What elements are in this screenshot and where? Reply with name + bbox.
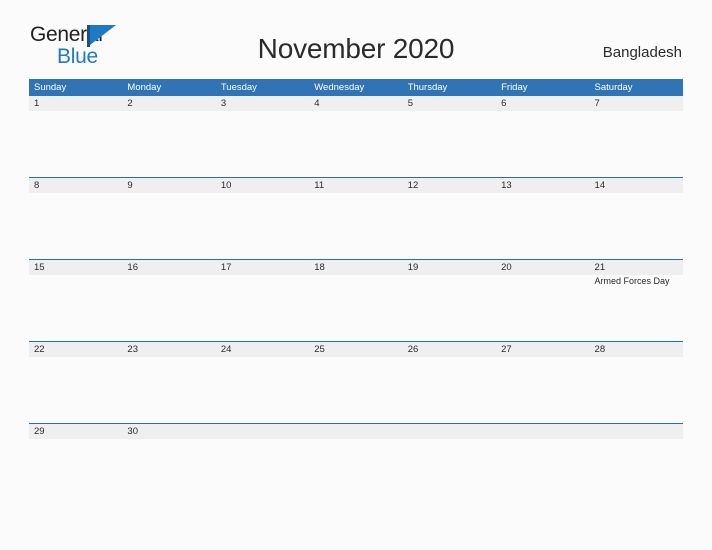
calendar-day-number: 30 bbox=[127, 426, 138, 437]
calendar-day-number: 24 bbox=[220, 344, 232, 355]
weekday-header-friday: Friday bbox=[501, 82, 528, 93]
calendar-day-number: 4 bbox=[314, 98, 320, 109]
weekday-header-tuesday: Tuesday bbox=[220, 82, 257, 93]
calendar-week-body: 29 30 bbox=[29, 424, 683, 450]
calendar-day-number: 5 bbox=[407, 98, 413, 109]
calendar-day-cell-empty bbox=[216, 424, 309, 450]
calendar-day-number: 8 bbox=[34, 180, 40, 191]
weekday-header-monday: Monday bbox=[127, 82, 162, 93]
country-label: Bangladesh bbox=[602, 44, 682, 61]
calendar-day-cell[interactable]: 9 bbox=[122, 178, 215, 259]
calendar-day-cell-empty bbox=[590, 424, 683, 450]
calendar-day-number: 16 bbox=[127, 262, 138, 273]
calendar-day-number: 17 bbox=[220, 262, 232, 273]
calendar-day-cell[interactable]: 11 bbox=[309, 178, 402, 259]
calendar-day-cell[interactable]: 17 bbox=[216, 260, 309, 341]
calendar-day-number: 11 bbox=[314, 180, 325, 191]
calendar-day-cell[interactable]: 15 bbox=[29, 260, 122, 341]
calendar-day-cell[interactable]: 14 bbox=[590, 178, 683, 259]
calendar-day-cell-empty bbox=[403, 424, 496, 450]
calendar-day-number: 26 bbox=[407, 344, 419, 355]
calendar-day-number bbox=[501, 424, 589, 439]
calendar-day-number: 23 bbox=[127, 344, 138, 355]
calendar-day-cell[interactable]: 16 bbox=[122, 260, 215, 341]
calendar-day-number: 13 bbox=[501, 180, 512, 191]
calendar-day-number: 28 bbox=[594, 344, 606, 355]
weekday-header-thursday: Thursday bbox=[407, 82, 448, 93]
calendar-weeks: 1 2 3 4 5 6 7 8 9 10 11 12 13 14 15 16 17 18 19 20 21 Armed F… bbox=[29, 96, 683, 450]
calendar-week-row: 1 2 3 4 5 6 7 bbox=[29, 96, 683, 177]
calendar-day-number: 1 bbox=[34, 98, 40, 109]
calendar-day-cell[interactable]: 22 bbox=[29, 342, 122, 423]
calendar-day-cell[interactable]: 4 bbox=[309, 96, 402, 177]
calendar-day-cell[interactable]: 23 bbox=[122, 342, 215, 423]
calendar-day-number: 19 bbox=[407, 262, 419, 273]
calendar-day-cell-empty bbox=[496, 424, 589, 450]
weekday-header-sunday: Sunday bbox=[34, 82, 67, 93]
calendar-day-number: 21 bbox=[594, 262, 606, 273]
calendar-day-number: 9 bbox=[127, 180, 133, 191]
calendar-day-number: 22 bbox=[34, 344, 45, 355]
calendar-week-row: 29 30 bbox=[29, 423, 683, 450]
page-header: General Blue November 2020 Bangladesh bbox=[0, 0, 712, 67]
calendar-day-number: 27 bbox=[501, 344, 512, 355]
calendar-day-cell[interactable]: 19 bbox=[403, 260, 496, 341]
calendar-day-cell[interactable]: 27 bbox=[496, 342, 589, 423]
calendar-day-cell[interactable]: 10 bbox=[216, 178, 309, 259]
calendar-event-label: Armed Forces Day bbox=[594, 276, 670, 286]
calendar-week-body: 15 16 17 18 19 20 21 Armed Forces Day bbox=[29, 260, 683, 341]
calendar-day-number: 18 bbox=[314, 262, 325, 273]
calendar-day-number: 14 bbox=[594, 180, 606, 191]
calendar-day-number: 6 bbox=[501, 98, 507, 109]
calendar-day-cell[interactable]: 30 bbox=[122, 424, 215, 450]
calendar-day-number: 2 bbox=[127, 98, 133, 109]
calendar-day-events: Armed Forces Day bbox=[595, 276, 683, 287]
calendar-day-cell[interactable]: 28 bbox=[590, 342, 683, 423]
calendar-week-body: 8 9 10 11 12 13 14 bbox=[29, 178, 683, 259]
calendar-day-cell[interactable]: 13 bbox=[496, 178, 589, 259]
weekday-header-saturday: Saturday bbox=[594, 82, 633, 93]
calendar-day-cell[interactable]: 25 bbox=[309, 342, 402, 423]
calendar-week-body: 22 23 24 25 26 27 28 bbox=[29, 342, 683, 423]
calendar-day-number bbox=[595, 424, 683, 439]
calendar-day-cell[interactable]: 6 bbox=[496, 96, 589, 177]
calendar-day-cell[interactable]: 7 bbox=[590, 96, 683, 177]
calendar-day-cell[interactable]: 5 bbox=[403, 96, 496, 177]
calendar-day-number: 7 bbox=[594, 98, 600, 109]
calendar-week-row: 22 23 24 25 26 27 28 bbox=[29, 341, 683, 423]
calendar-day-number bbox=[221, 424, 309, 439]
calendar-day-number: 25 bbox=[314, 344, 325, 355]
calendar-grid: Sunday Monday Tuesday Wednesday Thursday… bbox=[29, 79, 683, 450]
calendar-day-number bbox=[314, 424, 402, 439]
calendar-day-number: 12 bbox=[407, 180, 419, 191]
calendar-day-cell[interactable]: 1 bbox=[29, 96, 122, 177]
weekday-header-row: Sunday Monday Tuesday Wednesday Thursday… bbox=[29, 79, 683, 96]
calendar-day-number bbox=[408, 424, 496, 439]
calendar-day-cell[interactable]: 20 bbox=[496, 260, 589, 341]
calendar-day-number: 3 bbox=[220, 98, 227, 109]
calendar-day-cell[interactable]: 21 Armed Forces Day bbox=[590, 260, 683, 341]
calendar-week-row: 15 16 17 18 19 20 21 Armed Forces Day bbox=[29, 259, 683, 341]
calendar-day-number: 20 bbox=[501, 262, 512, 273]
calendar-day-cell[interactable]: 12 bbox=[403, 178, 496, 259]
calendar-day-cell[interactable]: 18 bbox=[309, 260, 402, 341]
calendar-week-row: 8 9 10 11 12 13 14 bbox=[29, 177, 683, 259]
calendar-day-cell[interactable]: 24 bbox=[216, 342, 309, 423]
calendar-day-number: 15 bbox=[34, 262, 45, 273]
calendar-day-number: 10 bbox=[220, 180, 232, 191]
calendar-week-body: 1 2 3 4 5 6 7 bbox=[29, 96, 683, 177]
calendar-day-cell[interactable]: 8 bbox=[29, 178, 122, 259]
calendar-day-cell[interactable]: 26 bbox=[403, 342, 496, 423]
calendar-day-number: 29 bbox=[34, 426, 45, 437]
weekday-header-wednesday: Wednesday bbox=[314, 82, 365, 93]
calendar-day-cell-empty bbox=[309, 424, 402, 450]
calendar-day-cell[interactable]: 2 bbox=[122, 96, 215, 177]
calendar-day-cell[interactable]: 3 bbox=[216, 96, 309, 177]
calendar-day-cell[interactable]: 29 bbox=[29, 424, 122, 450]
